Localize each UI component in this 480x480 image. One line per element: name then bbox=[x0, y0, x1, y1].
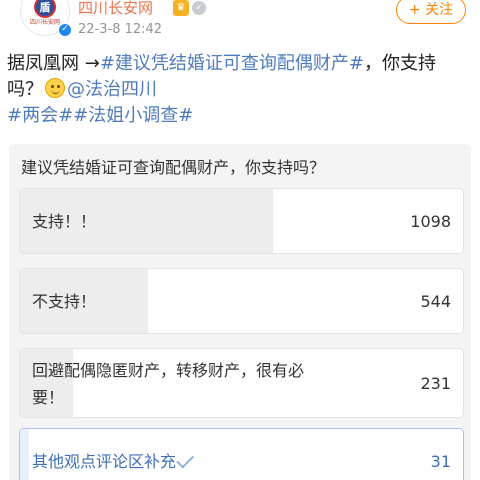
poll-option-support[interactable]: 支持！！ 1098 bbox=[19, 188, 464, 254]
member-badge-icon[interactable]: ✓ bbox=[192, 1, 206, 15]
poll-option-other[interactable]: 其他观点评论区补充 31 bbox=[19, 428, 464, 480]
poll-option-label: 支持！！ bbox=[32, 212, 97, 231]
topic-link[interactable]: #建议凭结婚证可查询配偶财产# bbox=[100, 53, 364, 74]
post-source-text: 据凤凰网 → bbox=[7, 53, 100, 74]
poll-option-count: 231 bbox=[420, 374, 451, 393]
avatar-caption: 四川长安网 bbox=[29, 20, 60, 26]
crown-icon[interactable]: ♛ bbox=[173, 0, 189, 16]
verified-badge-icon: ✓ bbox=[58, 23, 72, 37]
post-body: 据凤凰网 →#建议凭结婚证可查询配偶财产#，你支持 吗？ @法治四川 #两会##法… bbox=[7, 51, 477, 129]
poll-card: 建议凭结婚证可查询配偶财产，你支持吗？ 支持！！ 1098 不支持！ 544 回… bbox=[9, 144, 471, 480]
post-line-1: 据凤凰网 →#建议凭结婚证可查询配偶财产#，你支持 bbox=[7, 51, 477, 77]
topic-links[interactable]: #两会##法姐小调查# bbox=[7, 105, 193, 126]
follow-button[interactable]: + 关注 bbox=[396, 0, 466, 24]
poll-option-count: 544 bbox=[420, 292, 451, 311]
poll-option-label-line1: 回避配偶隐匿财产，转移财产，很有必 bbox=[32, 361, 305, 380]
poll-option-label-line2: 要！ bbox=[32, 388, 65, 407]
poll-option-necessary[interactable]: 回避配偶隐匿财产，转移财产，很有必 要！ 231 bbox=[19, 348, 464, 418]
post-text-segment: ，你支持 bbox=[363, 53, 436, 74]
post-text-segment: 吗？ bbox=[7, 79, 43, 100]
poll-option-label: 其他观点评论区补充 bbox=[32, 452, 177, 471]
poll-option-count: 1098 bbox=[410, 212, 451, 231]
poll-option-label-wrap: 其他观点评论区补充 bbox=[32, 449, 196, 475]
post-line-2: 吗？ @法治四川 bbox=[7, 77, 477, 103]
poll-option-count: 31 bbox=[430, 452, 451, 471]
check-icon bbox=[176, 450, 195, 469]
poll-question: 建议凭结婚证可查询配偶财产，你支持吗？ bbox=[21, 158, 326, 177]
poll-option-label: 不支持！ bbox=[32, 292, 97, 311]
poll-option-oppose[interactable]: 不支持！ 544 bbox=[19, 268, 464, 334]
police-emblem-icon: 盾 bbox=[34, 0, 56, 18]
post-line-3: #两会##法姐小调查# bbox=[7, 103, 477, 129]
account-name[interactable]: 四川长安网 bbox=[78, 0, 153, 18]
poll-option-fill bbox=[20, 429, 29, 480]
weibo-post-screen: 盾 四川长安网 ✓ 四川长安网 ♛ ✓ 22-3-8 12:42 + 关注 据凤… bbox=[0, 0, 480, 480]
smile-icon bbox=[45, 78, 65, 98]
post-timestamp: 22-3-8 12:42 bbox=[78, 22, 163, 37]
mention-link[interactable]: @法治四川 bbox=[67, 79, 157, 100]
post-header: 盾 四川长安网 ✓ 四川长安网 ♛ ✓ 22-3-8 12:42 + 关注 bbox=[0, 0, 480, 44]
